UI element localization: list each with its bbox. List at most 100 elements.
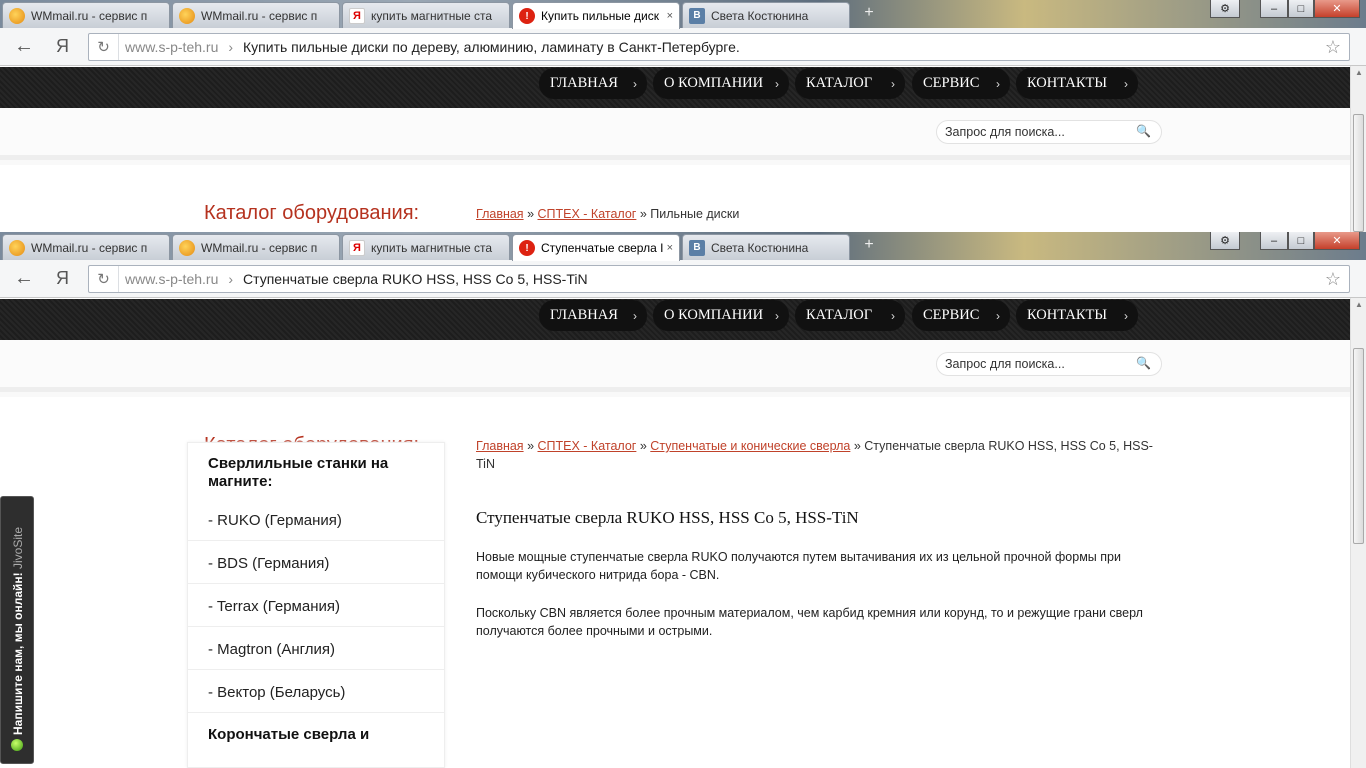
bookmark-star-icon[interactable]: ☆	[1325, 269, 1341, 290]
catalog-sidebar: Сверлильные станки на магните: - RUKO (Г…	[187, 442, 445, 768]
new-tab-button[interactable]: +	[860, 237, 878, 254]
address-bar[interactable]: ↻ www.s-p-teh.ru › Купить пильные диски …	[88, 33, 1350, 61]
nav-catalog[interactable]: КАТАЛОГ ›	[795, 68, 905, 99]
yandex-icon: Я	[349, 7, 365, 24]
yandex-button[interactable]: Я	[56, 36, 69, 56]
url-separator: ›	[228, 271, 234, 287]
site-page: ГЛАВНАЯ › О КОМПАНИИ › КАТАЛОГ › СЕРВИС › КО…	[0, 67, 1350, 232]
nav-catalog[interactable]: КАТАЛОГ ›	[795, 300, 905, 331]
tab-vk[interactable]: B Света Костюнина	[682, 234, 850, 260]
tab-vk[interactable]: B Света Костюнина	[682, 2, 850, 28]
close-button[interactable]: ✕	[1314, 232, 1360, 250]
nav-contacts[interactable]: КОНТАКТЫ ›	[1016, 68, 1138, 99]
nav-about[interactable]: О КОМПАНИИ ›	[653, 68, 789, 99]
scroll-up-icon[interactable]: ▲	[1351, 68, 1366, 77]
maximize-button[interactable]: □	[1288, 232, 1314, 250]
maximize-button[interactable]: □	[1288, 0, 1314, 18]
back-icon[interactable]: ←	[14, 36, 34, 56]
minimize-button[interactable]: –	[1260, 0, 1288, 18]
scroll-thumb[interactable]	[1353, 348, 1364, 544]
tab-wmmail-1[interactable]: WMmail.ru - сервис п	[2, 2, 170, 28]
reload-icon[interactable]: ↻	[89, 266, 119, 292]
search-area: Запрос для поиска... 🔍	[0, 108, 1350, 160]
nav-about[interactable]: О КОМПАНИИ ›	[653, 300, 789, 331]
close-button[interactable]: ✕	[1314, 0, 1360, 18]
content-area: Каталог оборудования: Главная » СПТЕХ - …	[0, 397, 1350, 768]
search-icon[interactable]: 🔍	[1136, 356, 1151, 370]
browser-toolbar: ← Я ↻ www.s-p-teh.ru › Ступенчатые сверл…	[0, 260, 1366, 298]
tab-yandex[interactable]: Якупить магнитные ста	[342, 2, 510, 28]
article-paragraph-2: Поскольку CBN является более прочным мат…	[476, 606, 1143, 638]
tab-close-icon[interactable]: ×	[667, 10, 673, 22]
sidebar-item-vektor[interactable]: - Вектор (Беларусь)	[188, 670, 444, 713]
tab-wmmail-2[interactable]: WMmail.ru - сервис п	[172, 2, 340, 28]
chevron-right-icon: ›	[891, 76, 895, 91]
bookmark-star-icon[interactable]: ☆	[1325, 37, 1341, 58]
nav-home[interactable]: ГЛАВНАЯ ›	[539, 300, 647, 331]
url-separator: ›	[228, 39, 234, 55]
browser-toolbar: ← Я ↻ www.s-p-teh.ru › Купить пильные ди…	[0, 28, 1366, 66]
catalog-title: Каталог оборудования:	[204, 202, 420, 224]
scrollbar[interactable]: ▲	[1350, 298, 1366, 768]
url-domain: www.s-p-teh.ru	[125, 271, 219, 287]
breadcrumb-current: Пильные диски	[650, 207, 740, 221]
tab-active[interactable]: ! Купить пильные диск ×	[512, 2, 680, 29]
chevron-right-icon: ›	[891, 308, 895, 323]
breadcrumb: Главная » СПТЕХ - Каталог » Ступенчатые …	[476, 439, 1153, 471]
url-domain: www.s-p-teh.ru	[125, 39, 219, 55]
yandex-button[interactable]: Я	[56, 268, 69, 288]
breadcrumb-catalog-link[interactable]: СПТЕХ - Каталог	[538, 439, 637, 453]
main-nav: ГЛАВНАЯ › О КОМПАНИИ › КАТАЛОГ › СЕРВИС › КО…	[0, 299, 1350, 340]
search-input[interactable]: Запрос для поиска... 🔍	[936, 120, 1162, 144]
error-icon: !	[519, 8, 535, 24]
nav-service[interactable]: СЕРВИС ›	[912, 68, 1010, 99]
new-tab-button[interactable]: +	[860, 5, 878, 22]
jivosite-chat-widget[interactable]: Напишите нам, мы онлайн! JivoSite	[0, 496, 34, 764]
nav-service[interactable]: СЕРВИС ›	[912, 300, 1010, 331]
search-input[interactable]: Запрос для поиска... 🔍	[936, 352, 1162, 376]
sidebar-heading: Сверлильные станки на магните:	[208, 455, 389, 490]
scroll-thumb[interactable]	[1353, 114, 1364, 232]
content-area: Каталог оборудования: Главная » СПТЕХ - …	[0, 165, 1350, 232]
jivo-label: Напишите нам, мы онлайн!	[11, 572, 25, 735]
search-icon[interactable]: 🔍	[1136, 124, 1151, 138]
sidebar-item-ruko[interactable]: - RUKO (Германия)	[188, 498, 444, 541]
browser-window-1: WMmail.ru - сервис п WMmail.ru - сервис …	[0, 0, 1366, 232]
tab-strip: WMmail.ru - сервис п WMmail.ru - сервис …	[0, 232, 1366, 261]
tab-active[interactable]: ! Ступенчатые сверла I ×	[512, 234, 680, 261]
breadcrumb-category-link[interactable]: Ступенчатые и конические сверла	[650, 439, 850, 453]
article-paragraph-1: Новые мощные ступенчатые сверла RUKO пол…	[476, 550, 1121, 582]
nav-home[interactable]: ГЛАВНАЯ ›	[539, 68, 647, 99]
breadcrumb-home-link[interactable]: Главная	[476, 439, 524, 453]
article: Ступенчатые сверла RUKO HSS, HSS Co 5, H…	[476, 508, 1156, 640]
tab-yandex[interactable]: Якупить магнитные ста	[342, 234, 510, 260]
scroll-up-icon[interactable]: ▲	[1351, 300, 1366, 309]
settings-icon[interactable]: ⚙	[1210, 232, 1240, 250]
nav-contacts[interactable]: КОНТАКТЫ ›	[1016, 300, 1138, 331]
breadcrumb-home-link[interactable]: Главная	[476, 207, 524, 221]
breadcrumb-catalog-link[interactable]: СПТЕХ - Каталог	[538, 207, 637, 221]
wmmail-icon	[179, 7, 195, 24]
minimize-button[interactable]: –	[1260, 232, 1288, 250]
sidebar-item-magtron[interactable]: - Magtron (Англия)	[188, 627, 444, 670]
vk-icon: B	[689, 7, 705, 24]
browser-window-2: WMmail.ru - сервис п WMmail.ru - сервис …	[0, 232, 1366, 768]
tab-close-icon[interactable]: ×	[667, 242, 673, 254]
scrollbar[interactable]: ▲	[1350, 66, 1366, 232]
settings-icon[interactable]: ⚙	[1210, 0, 1240, 18]
back-icon[interactable]: ←	[14, 268, 34, 288]
search-area: Запрос для поиска... 🔍	[0, 340, 1350, 392]
sidebar-heading-next: Корончатые сверла и	[208, 726, 370, 743]
tab-wmmail-2[interactable]: WMmail.ru - сервис п	[172, 234, 340, 260]
chevron-right-icon: ›	[633, 76, 637, 91]
article-title: Ступенчатые сверла RUKO HSS, HSS Co 5, H…	[476, 508, 859, 527]
reload-icon[interactable]: ↻	[89, 34, 119, 60]
breadcrumb: Главная » СПТЕХ - Каталог » Пильные диск…	[476, 207, 740, 221]
url-title: Ступенчатые сверла RUKO HSS, HSS Co 5, H…	[243, 271, 588, 287]
sidebar-item-bds[interactable]: - BDS (Германия)	[188, 541, 444, 584]
sidebar-item-terrax[interactable]: - Terrax (Германия)	[188, 584, 444, 627]
chevron-right-icon: ›	[996, 308, 1000, 323]
tab-wmmail-1[interactable]: WMmail.ru - сервис п	[2, 234, 170, 260]
site-page: ГЛАВНАЯ › О КОМПАНИИ › КАТАЛОГ › СЕРВИС › КО…	[0, 299, 1350, 768]
address-bar[interactable]: ↻ www.s-p-teh.ru › Ступенчатые сверла RU…	[88, 265, 1350, 293]
